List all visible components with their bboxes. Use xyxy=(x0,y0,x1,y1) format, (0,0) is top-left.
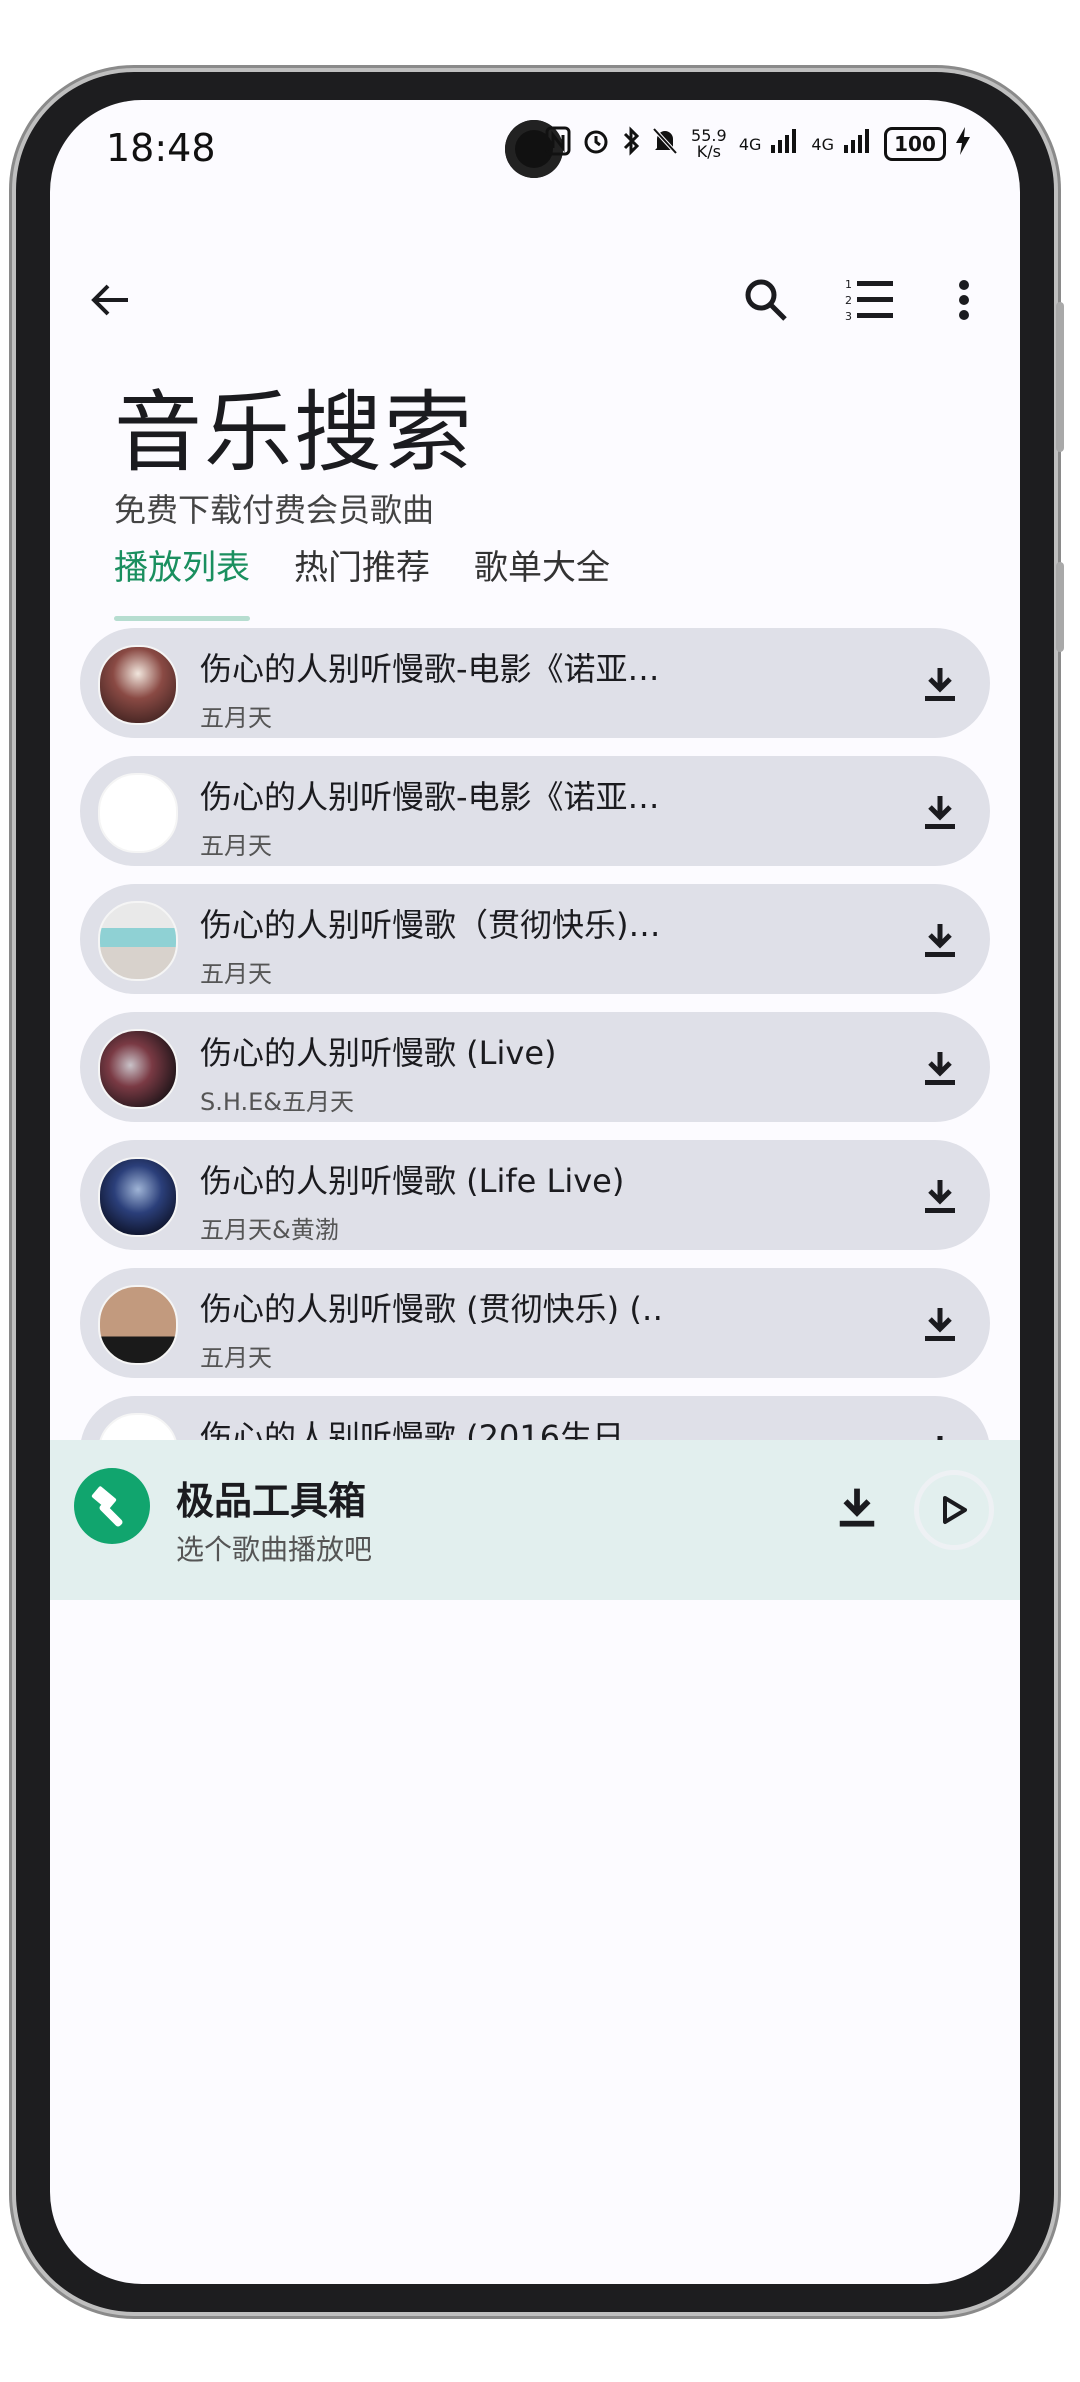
status-icons: 55.9 K/s 4G 4G 100 xyxy=(545,126,970,162)
album-cover xyxy=(98,773,178,853)
svg-text:1: 1 xyxy=(845,278,852,291)
song-artist: 五月天 xyxy=(200,704,272,732)
more-vert-icon xyxy=(959,280,969,320)
play-icon xyxy=(943,1496,967,1524)
album-cover xyxy=(98,901,178,981)
app-logo xyxy=(74,1468,150,1544)
battery-indicator: 100 xyxy=(884,127,946,161)
song-artist: 五月天 xyxy=(200,832,272,860)
song-card[interactable]: 伤心的人别听慢歌-电影《诺亚… 五月天 xyxy=(80,628,990,738)
download-icon[interactable] xyxy=(920,664,960,704)
song-title: 伤心的人别听慢歌 (Life Live) xyxy=(200,1162,625,1200)
song-card[interactable]: 伤心的人别听慢歌-电影《诺亚… 五月天 xyxy=(80,756,990,866)
song-title: 伤心的人别听慢歌（贯彻快乐)… xyxy=(200,906,660,944)
svg-text:2: 2 xyxy=(845,294,852,307)
song-title: 伤心的人别听慢歌 (Live) xyxy=(200,1034,557,1072)
status-bar: 18:48 55.9 K/s 4G 4G 100 xyxy=(50,100,1020,208)
song-title: 伤心的人别听慢歌 (贯彻快乐) (… xyxy=(200,1290,660,1328)
download-icon[interactable] xyxy=(920,1048,960,1088)
signal-icon-2 xyxy=(844,129,874,159)
song-artist: S.H.E&五月天 xyxy=(200,1088,354,1116)
album-cover xyxy=(98,645,178,725)
bluetooth-icon xyxy=(621,126,641,162)
song-title: 伤心的人别听慢歌-电影《诺亚… xyxy=(200,778,660,816)
arrow-back-icon xyxy=(91,284,128,316)
tab-bar: 播放列表 热门推荐 歌单大全 xyxy=(114,528,610,621)
download-icon[interactable] xyxy=(834,1484,880,1530)
signal-icon xyxy=(771,129,801,159)
album-cover xyxy=(98,1157,178,1237)
song-list: 伤心的人别听慢歌-电影《诺亚… 五月天 伤心的人别听慢歌-电影《诺亚… 五月天 … xyxy=(80,628,990,1524)
sim1-label: 4G xyxy=(738,134,762,154)
volume-button xyxy=(1056,302,1064,452)
song-card[interactable]: 伤心的人别听慢歌 (Live) S.H.E&五月天 xyxy=(80,1012,990,1122)
song-artist: 五月天 xyxy=(200,960,272,988)
tab-all-playlists[interactable]: 歌单大全 xyxy=(474,528,610,607)
power-button xyxy=(1056,562,1064,652)
download-icon[interactable] xyxy=(920,1176,960,1216)
top-app-bar: 1 2 3 xyxy=(50,250,1020,350)
download-icon[interactable] xyxy=(920,920,960,960)
tab-hot-recommend[interactable]: 热门推荐 xyxy=(294,528,430,607)
more-button[interactable] xyxy=(932,268,996,332)
search-button[interactable] xyxy=(734,268,798,332)
page-subtitle: 免费下载付费会员歌曲 xyxy=(114,491,435,529)
sim2-label: 4G xyxy=(811,134,834,154)
mute-bell-icon xyxy=(651,126,679,162)
tab-playlist[interactable]: 播放列表 xyxy=(114,528,250,621)
numbered-list-icon: 1 2 3 xyxy=(845,278,893,323)
album-cover xyxy=(98,1029,178,1109)
svg-text:3: 3 xyxy=(845,310,852,323)
screen: 18:48 55.9 K/s 4G 4G 100 1 2 3 音乐搜索 免费下载… xyxy=(50,100,1020,2284)
charging-icon xyxy=(956,127,970,161)
song-card[interactable]: 伤心的人别听慢歌 (贯彻快乐) (… 五月天 xyxy=(80,1268,990,1378)
song-title: 伤心的人别听慢歌-电影《诺亚… xyxy=(200,650,660,688)
status-time: 18:48 xyxy=(106,126,216,170)
player-subtitle: 选个歌曲播放吧 xyxy=(176,1533,373,1566)
playlist-button[interactable]: 1 2 3 xyxy=(838,268,902,332)
song-card[interactable]: 伤心的人别听慢歌（贯彻快乐)… 五月天 xyxy=(80,884,990,994)
back-button[interactable] xyxy=(78,268,142,332)
album-cover xyxy=(98,1285,178,1365)
song-artist: 五月天&黄渤 xyxy=(200,1216,339,1244)
nfc-icon xyxy=(545,126,571,162)
player-title: 极品工具箱 xyxy=(176,1479,367,1523)
alarm-icon xyxy=(581,126,611,162)
play-button[interactable] xyxy=(914,1470,994,1550)
song-artist: 五月天 xyxy=(200,1344,272,1372)
hammer-icon xyxy=(91,1486,123,1527)
net-speed: 55.9 K/s xyxy=(691,126,727,161)
download-icon[interactable] xyxy=(920,1304,960,1344)
page-title: 音乐搜索 xyxy=(114,381,475,484)
phone-frame: 18:48 55.9 K/s 4G 4G 100 1 2 3 音乐搜索 免费下载… xyxy=(16,72,1064,2312)
download-icon[interactable] xyxy=(920,792,960,832)
mini-player[interactable]: 极品工具箱 选个歌曲播放吧 xyxy=(50,1440,1020,1600)
search-icon xyxy=(745,279,787,321)
song-card[interactable]: 伤心的人别听慢歌 (Life Live) 五月天&黄渤 xyxy=(80,1140,990,1250)
